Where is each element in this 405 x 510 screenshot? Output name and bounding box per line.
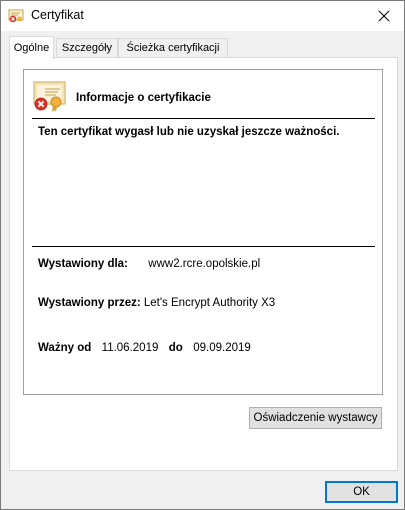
tab-general[interactable]: Ogólne xyxy=(9,36,54,59)
divider xyxy=(32,246,375,247)
certificate-icon xyxy=(8,8,24,24)
issued-by-row: Wystawiony przez: Let's Encrypt Authorit… xyxy=(38,297,275,309)
issued-to-row: Wystawiony dla: www2.rcre.opolskie.pl xyxy=(38,258,260,270)
tab-certification-path[interactable]: Ścieżka certyfikacji xyxy=(118,38,228,57)
certificate-info-box: Informacje o certyfikacie Ten certyfikat… xyxy=(23,69,383,395)
tab-details[interactable]: Szczegóły xyxy=(56,38,118,57)
validity-row: Ważny od 11.06.2019 do 09.09.2019 xyxy=(38,342,251,354)
divider xyxy=(32,118,375,119)
ok-button[interactable]: OK xyxy=(325,481,398,503)
issued-to-label: Wystawiony dla: xyxy=(38,258,128,270)
certificate-error-icon xyxy=(32,78,68,114)
close-icon xyxy=(378,10,390,22)
issued-to-value: www2.rcre.opolskie.pl xyxy=(148,258,261,270)
issuer-statement-button[interactable]: Oświadczenie wystawcy xyxy=(249,407,382,429)
tab-certification-path-label: Ścieżka certyfikacji xyxy=(126,42,220,54)
certificate-dialog: Certyfikat Ogólne Szczegóły Ścieżka cert… xyxy=(0,0,405,510)
certificate-warning: Ten certyfikat wygasł lub nie uzyskał je… xyxy=(38,126,340,138)
close-button[interactable] xyxy=(364,1,404,31)
issued-by-value: Let's Encrypt Authority X3 xyxy=(143,297,276,309)
tab-details-label: Szczegóły xyxy=(61,42,113,54)
tab-general-label: Ogólne xyxy=(13,42,50,54)
valid-to-value: 09.09.2019 xyxy=(193,342,251,354)
certificate-info-heading: Informacje o certyfikacie xyxy=(76,92,211,104)
valid-to-label: do xyxy=(168,342,183,354)
valid-from-label: Ważny od xyxy=(38,342,92,354)
title-bar[interactable]: Certyfikat xyxy=(1,1,404,31)
issued-by-label: Wystawiony przez: xyxy=(38,297,141,309)
window-title: Certyfikat xyxy=(31,8,84,22)
valid-from-value: 11.06.2019 xyxy=(101,342,159,354)
